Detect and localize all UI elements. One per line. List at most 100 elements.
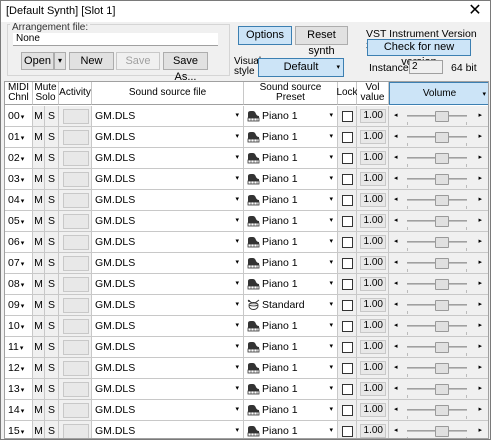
right-arrow-icon[interactable]: ▸ — [478, 127, 482, 147]
vol-value-field[interactable]: 1.00 — [360, 424, 386, 438]
lock-checkbox[interactable] — [342, 342, 353, 353]
solo-button[interactable]: S — [45, 358, 59, 378]
right-arrow-icon[interactable]: ▸ — [478, 253, 482, 273]
slider-thumb[interactable] — [435, 279, 449, 290]
reset-synth-button[interactable]: Reset synth — [295, 26, 348, 57]
midi-channel-select[interactable]: 01▾ — [5, 127, 33, 147]
solo-button[interactable]: S — [45, 106, 59, 126]
mute-button[interactable]: M — [33, 337, 45, 357]
mute-button[interactable]: M — [33, 169, 45, 189]
slider-thumb[interactable] — [435, 384, 449, 395]
slider-thumb[interactable] — [435, 321, 449, 332]
sound-source-preset-select[interactable]: Piano 1 ▾ — [244, 106, 338, 126]
sound-source-preset-select[interactable]: Piano 1 ▾ — [244, 358, 338, 378]
vol-value-field[interactable]: 1.00 — [360, 361, 386, 375]
mute-button[interactable]: M — [33, 295, 45, 315]
vol-value-field[interactable]: 1.00 — [360, 151, 386, 165]
slider-thumb[interactable] — [435, 153, 449, 164]
sound-source-preset-select[interactable]: Piano 1 ▾ — [244, 274, 338, 294]
slider-thumb[interactable] — [435, 132, 449, 143]
volume-slider[interactable]: ◂ ▸ — [389, 148, 488, 168]
sound-source-file-select[interactable]: GM.DLS ▾ — [92, 379, 244, 399]
volume-slider[interactable]: ◂ ▸ — [389, 379, 488, 399]
header-activity[interactable]: Activity — [59, 82, 92, 105]
volume-slider[interactable]: ◂ ▸ — [389, 358, 488, 378]
volume-slider[interactable]: ◂ ▸ — [389, 253, 488, 273]
volume-slider[interactable]: ◂ ▸ — [389, 400, 488, 420]
solo-button[interactable]: S — [45, 148, 59, 168]
header-sound-source-file[interactable]: Sound source file — [92, 82, 244, 105]
lock-checkbox[interactable] — [342, 426, 353, 437]
left-arrow-icon[interactable]: ◂ — [394, 316, 398, 336]
midi-channel-select[interactable]: 12▾ — [5, 358, 33, 378]
options-button[interactable]: Options — [238, 26, 292, 45]
midi-channel-select[interactable]: 07▾ — [5, 253, 33, 273]
mute-button[interactable]: M — [33, 190, 45, 210]
lock-checkbox[interactable] — [342, 132, 353, 143]
sound-source-file-select[interactable]: GM.DLS ▾ — [92, 274, 244, 294]
solo-button[interactable]: S — [45, 190, 59, 210]
sound-source-preset-select[interactable]: Piano 1 ▾ — [244, 190, 338, 210]
vol-value-field[interactable]: 1.00 — [360, 256, 386, 270]
midi-channel-select[interactable]: 14▾ — [5, 400, 33, 420]
save-as-button[interactable]: Save As... — [163, 52, 208, 83]
lock-checkbox[interactable] — [342, 279, 353, 290]
solo-button[interactable]: S — [45, 211, 59, 231]
header-midi-channel[interactable]: MIDI Chnl — [5, 82, 33, 105]
midi-channel-select[interactable]: 08▾ — [5, 274, 33, 294]
right-arrow-icon[interactable]: ▸ — [478, 337, 482, 357]
solo-button[interactable]: S — [45, 274, 59, 294]
right-arrow-icon[interactable]: ▸ — [478, 421, 482, 438]
sound-source-preset-select[interactable]: Piano 1 ▾ — [244, 169, 338, 189]
volume-slider[interactable]: ◂ ▸ — [389, 106, 488, 126]
slider-thumb[interactable] — [435, 195, 449, 206]
vol-value-field[interactable]: 1.00 — [360, 340, 386, 354]
volume-slider[interactable]: ◂ ▸ — [389, 211, 488, 231]
left-arrow-icon[interactable]: ◂ — [394, 211, 398, 231]
sound-source-preset-select[interactable]: Piano 1 ▾ — [244, 211, 338, 231]
mute-button[interactable]: M — [33, 127, 45, 147]
vol-value-field[interactable]: 1.00 — [360, 277, 386, 291]
lock-checkbox[interactable] — [342, 237, 353, 248]
sound-source-preset-select[interactable]: Piano 1 ▾ — [244, 127, 338, 147]
lock-checkbox[interactable] — [342, 300, 353, 311]
lock-checkbox[interactable] — [342, 174, 353, 185]
right-arrow-icon[interactable]: ▸ — [478, 274, 482, 294]
mute-button[interactable]: M — [33, 253, 45, 273]
solo-button[interactable]: S — [45, 295, 59, 315]
sound-source-file-select[interactable]: GM.DLS ▾ — [92, 148, 244, 168]
sound-source-file-select[interactable]: GM.DLS ▾ — [92, 169, 244, 189]
left-arrow-icon[interactable]: ◂ — [394, 400, 398, 420]
lock-checkbox[interactable] — [342, 153, 353, 164]
lock-checkbox[interactable] — [342, 111, 353, 122]
vol-value-field[interactable]: 1.00 — [360, 172, 386, 186]
check-version-button[interactable]: Check for new version — [367, 39, 471, 68]
lock-checkbox[interactable] — [342, 405, 353, 416]
volume-slider[interactable]: ◂ ▸ — [389, 274, 488, 294]
midi-channel-select[interactable]: 13▾ — [5, 379, 33, 399]
vol-value-field[interactable]: 1.00 — [360, 319, 386, 333]
right-arrow-icon[interactable]: ▸ — [478, 148, 482, 168]
vol-value-field[interactable]: 1.00 — [360, 382, 386, 396]
left-arrow-icon[interactable]: ◂ — [394, 253, 398, 273]
sound-source-preset-select[interactable]: Piano 1 ▾ — [244, 316, 338, 336]
solo-button[interactable]: S — [45, 337, 59, 357]
right-arrow-icon[interactable]: ▸ — [478, 358, 482, 378]
midi-channel-select[interactable]: 15▾ — [5, 421, 33, 438]
midi-channel-select[interactable]: 11▾ — [5, 337, 33, 357]
left-arrow-icon[interactable]: ◂ — [394, 106, 398, 126]
right-arrow-icon[interactable]: ▸ — [478, 169, 482, 189]
slider-thumb[interactable] — [435, 258, 449, 269]
sound-source-preset-select[interactable]: Piano 1 ▾ — [244, 148, 338, 168]
header-lock[interactable]: Lock — [336, 82, 358, 105]
mute-button[interactable]: M — [33, 358, 45, 378]
sound-source-file-select[interactable]: GM.DLS ▾ — [92, 232, 244, 252]
sound-source-file-select[interactable]: GM.DLS ▾ — [92, 421, 244, 438]
left-arrow-icon[interactable]: ◂ — [394, 127, 398, 147]
solo-button[interactable]: S — [45, 232, 59, 252]
slider-thumb[interactable] — [435, 174, 449, 185]
sound-source-file-select[interactable]: GM.DLS ▾ — [92, 400, 244, 420]
vol-value-field[interactable]: 1.00 — [360, 109, 386, 123]
left-arrow-icon[interactable]: ◂ — [394, 232, 398, 252]
sound-source-preset-select[interactable]: Piano 1 ▾ — [244, 421, 338, 438]
